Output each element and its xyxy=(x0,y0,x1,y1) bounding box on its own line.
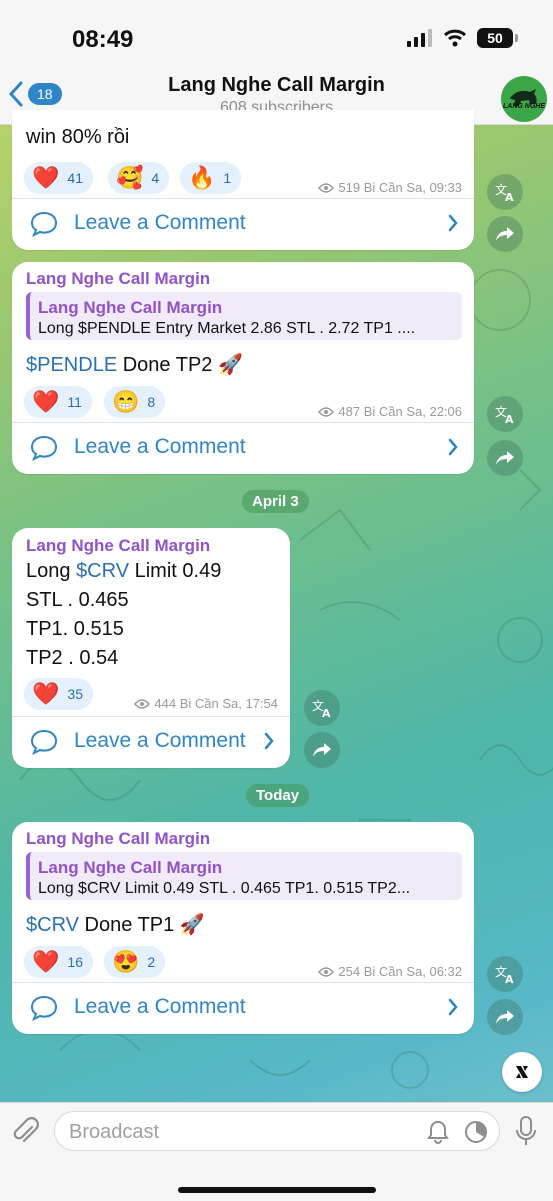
message-meta: 519 Bi Cần Sa, 09:33 xyxy=(318,180,462,195)
reaction-heart[interactable]: ❤️ 35 xyxy=(24,678,93,710)
reaction-heart[interactable]: ❤️ 11 xyxy=(24,386,92,418)
share-icon xyxy=(496,451,514,465)
timer-icon[interactable] xyxy=(463,1119,489,1145)
share-button[interactable] xyxy=(304,732,340,768)
share-icon xyxy=(313,743,331,757)
message-meta: 254 Bi Cần Sa, 06:32 xyxy=(318,964,462,979)
translate-icon: 文A xyxy=(312,698,331,718)
chevron-right-icon xyxy=(448,214,458,232)
battery-indicator: 50 xyxy=(477,28,518,48)
reaction-grin[interactable]: 😁 8 xyxy=(104,386,166,418)
status-bar: 08:49 50 xyxy=(0,0,553,70)
status-icons: 50 xyxy=(407,28,518,48)
svg-text:A: A xyxy=(505,413,514,424)
message-text: $CRV Done TP1 🚀 xyxy=(26,914,205,936)
message-meta: 487 Bi Cần Sa, 22:06 xyxy=(318,404,462,419)
sender-name: Lang Nghe Call Margin xyxy=(26,269,211,288)
status-time: 08:49 xyxy=(72,26,134,53)
signal-icon xyxy=(407,29,432,47)
chevron-right-icon xyxy=(264,732,274,750)
message-bubble: win 80% rồi ❤️ 41 🥰 4 🔥 1 519 Bi Cần Sa, 09… xyxy=(12,110,474,250)
rocket-icon: 🚀 xyxy=(179,914,205,936)
bottom-bar: Broadcast xyxy=(0,1102,553,1201)
channel-title[interactable]: Lang Nghe Call Margin xyxy=(0,74,553,97)
svg-text:A: A xyxy=(322,707,331,718)
chevron-right-icon xyxy=(448,438,458,456)
comment-icon xyxy=(30,211,58,237)
sender-name: Lang Nghe Call Margin xyxy=(26,536,211,555)
translate-button[interactable]: 文A xyxy=(487,396,523,432)
comment-icon xyxy=(30,729,58,755)
translate-icon: 文A xyxy=(495,964,514,984)
comment-label: Leave a Comment xyxy=(74,995,246,1018)
bell-icon[interactable] xyxy=(427,1120,449,1144)
rocket-icon: 🚀 xyxy=(217,354,243,376)
eye-icon xyxy=(318,182,335,193)
eye-icon xyxy=(318,406,335,417)
comment-icon xyxy=(30,435,58,461)
broadcast-input[interactable]: Broadcast xyxy=(54,1111,500,1151)
message-text: $PENDLE Done TP2 🚀 xyxy=(26,354,243,376)
eye-icon xyxy=(134,698,151,709)
comment-label: Leave a Comment xyxy=(74,729,246,752)
leave-comment-button[interactable]: Leave a Comment xyxy=(12,982,474,1034)
date-separator: Today xyxy=(246,784,310,807)
comment-icon xyxy=(30,995,58,1021)
quoted-message[interactable]: Lang Nghe Call Margin Long $PENDLE Entry… xyxy=(26,292,462,340)
quote-sender: Lang Nghe Call Margin xyxy=(38,858,223,877)
leave-comment-button[interactable]: Leave a Comment xyxy=(12,716,290,768)
quote-sender: Lang Nghe Call Margin xyxy=(38,298,223,317)
svg-text:A: A xyxy=(505,191,514,202)
date-separator: April 3 xyxy=(242,490,309,513)
share-button[interactable] xyxy=(487,440,523,476)
reaction-heart[interactable]: ❤️ 16 xyxy=(24,946,93,978)
quote-text: Long $PENDLE Entry Market 2.86 STL . 2.7… xyxy=(38,320,416,337)
share-button[interactable] xyxy=(487,999,523,1035)
eye-icon xyxy=(318,966,335,977)
quote-text: Long $CRV Limit 0.49 STL . 0.465 TP1. 0.… xyxy=(38,880,411,897)
translate-button[interactable]: 文A xyxy=(304,690,340,726)
attachment-icon[interactable] xyxy=(12,1117,40,1147)
message-bubble: Lang Nghe Call Margin Lang Nghe Call Mar… xyxy=(12,822,474,1034)
comment-label: Leave a Comment xyxy=(74,435,246,458)
app-logo-icon xyxy=(516,1066,528,1078)
translate-button[interactable]: 文A xyxy=(487,174,523,210)
reaction-smiling-hearts[interactable]: 🥰 4 xyxy=(108,162,170,194)
leave-comment-button[interactable]: Leave a Comment xyxy=(12,198,474,250)
message-text: win 80% rồi xyxy=(26,126,130,148)
message-meta: 444 Bi Cần Sa, 17:54 xyxy=(134,696,278,711)
sender-name: Lang Nghe Call Margin xyxy=(26,829,211,848)
cashtag-link[interactable]: $CRV xyxy=(26,914,79,936)
message-line: TP2 . 0.54 xyxy=(26,647,119,669)
quoted-message[interactable]: Lang Nghe Call Margin Long $CRV Limit 0.… xyxy=(26,852,462,900)
share-icon xyxy=(496,1010,514,1024)
wifi-icon xyxy=(444,29,466,47)
share-button[interactable] xyxy=(487,216,523,252)
svg-text:A: A xyxy=(505,973,514,984)
share-icon xyxy=(496,227,514,241)
translate-button[interactable]: 文A xyxy=(487,956,523,992)
message-bubble: Lang Nghe Call Margin Long $CRV Limit 0.… xyxy=(12,528,290,768)
message-line: TP1. 0.515 xyxy=(26,618,124,640)
comment-label: Leave a Comment xyxy=(74,211,246,234)
message-line: Long $CRV Limit 0.49 xyxy=(26,560,222,582)
floating-app-button[interactable] xyxy=(502,1052,542,1092)
cashtag-link[interactable]: $PENDLE xyxy=(26,354,117,376)
leave-comment-button[interactable]: Leave a Comment xyxy=(12,422,474,474)
reaction-heart-eyes[interactable]: 😍 2 xyxy=(104,946,166,978)
message-bubble: Lang Nghe Call Margin Lang Nghe Call Mar… xyxy=(12,262,474,474)
translate-icon: 文A xyxy=(495,182,514,202)
cashtag-link[interactable]: $CRV xyxy=(76,560,129,582)
message-line: STL . 0.465 xyxy=(26,589,129,611)
channel-avatar[interactable]: LANG NGHE xyxy=(501,76,547,122)
broadcast-placeholder: Broadcast xyxy=(69,1121,160,1143)
home-indicator xyxy=(178,1187,376,1193)
translate-icon: 文A xyxy=(495,404,514,424)
microphone-icon[interactable] xyxy=(514,1115,538,1147)
chevron-right-icon xyxy=(448,998,458,1016)
reaction-heart[interactable]: ❤️ 41 xyxy=(24,162,93,194)
reaction-fire[interactable]: 🔥 1 xyxy=(180,162,242,194)
